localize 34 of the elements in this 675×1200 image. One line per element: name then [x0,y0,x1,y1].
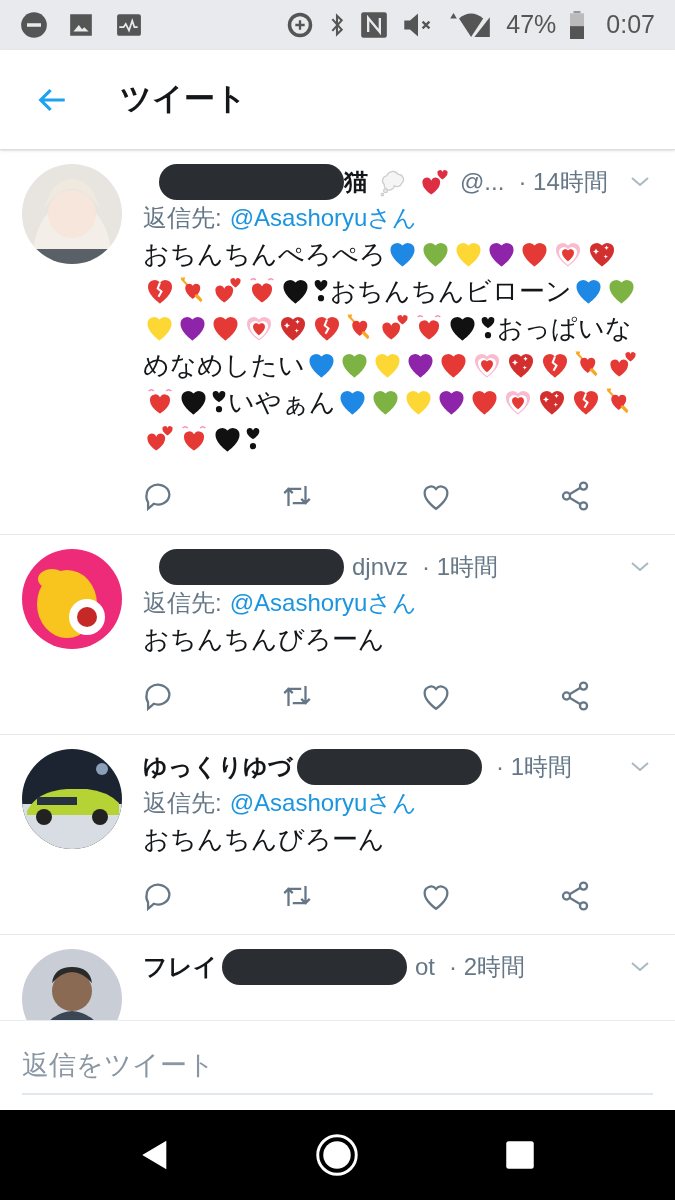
data-saver-icon [286,11,315,39]
tweet-time: · 1時間 [496,752,572,782]
tweet-text: おちんちんぺろぺろ [143,240,386,268]
reply-to-label: 返信先: [143,789,222,816]
mention-link[interactable]: @Asashoryuさん [229,204,418,231]
tweet-text: おちんちんビローン [330,277,572,305]
tweet-text: おちんちんびろーん [143,825,385,853]
wifi-signal-icon [448,11,493,39]
tweet-time: · 14時間 [518,167,608,197]
reply-to-label: 返信先: [143,204,222,231]
page-title: ツイート [120,80,247,119]
mention-link[interactable]: @Asashoryuさん [229,589,418,616]
nfc-icon [360,11,389,39]
tweet-text: いやぁん [228,388,336,416]
tweet-time: · 2時間 [449,952,526,982]
image-icon [68,12,94,38]
user-name: 猫 [344,167,368,197]
square-icon [504,1140,535,1170]
tweet-text: おちんちんびろーん [143,625,385,653]
home-circle-icon [315,1133,360,1177]
user-name: ゆっくりゆづ [143,752,293,782]
user-handle: ot [415,952,435,982]
clock: 0:07 [606,9,655,41]
battery-icon [570,10,585,40]
tweet-text: おっぱいなめなめしたい [143,314,632,379]
do-not-disturb-icon [20,11,48,39]
mention-link[interactable]: @Asashoryuさん [229,789,418,816]
battery-percent: 47% [506,9,557,41]
user-name: フレイ [143,952,218,982]
reply-to-label: 返信先: [143,589,222,616]
tweet-time: · 1時間 [422,552,499,582]
user-handle: djnvz [352,552,409,582]
user-handle: @... [460,167,505,197]
activity-icon [114,12,144,38]
